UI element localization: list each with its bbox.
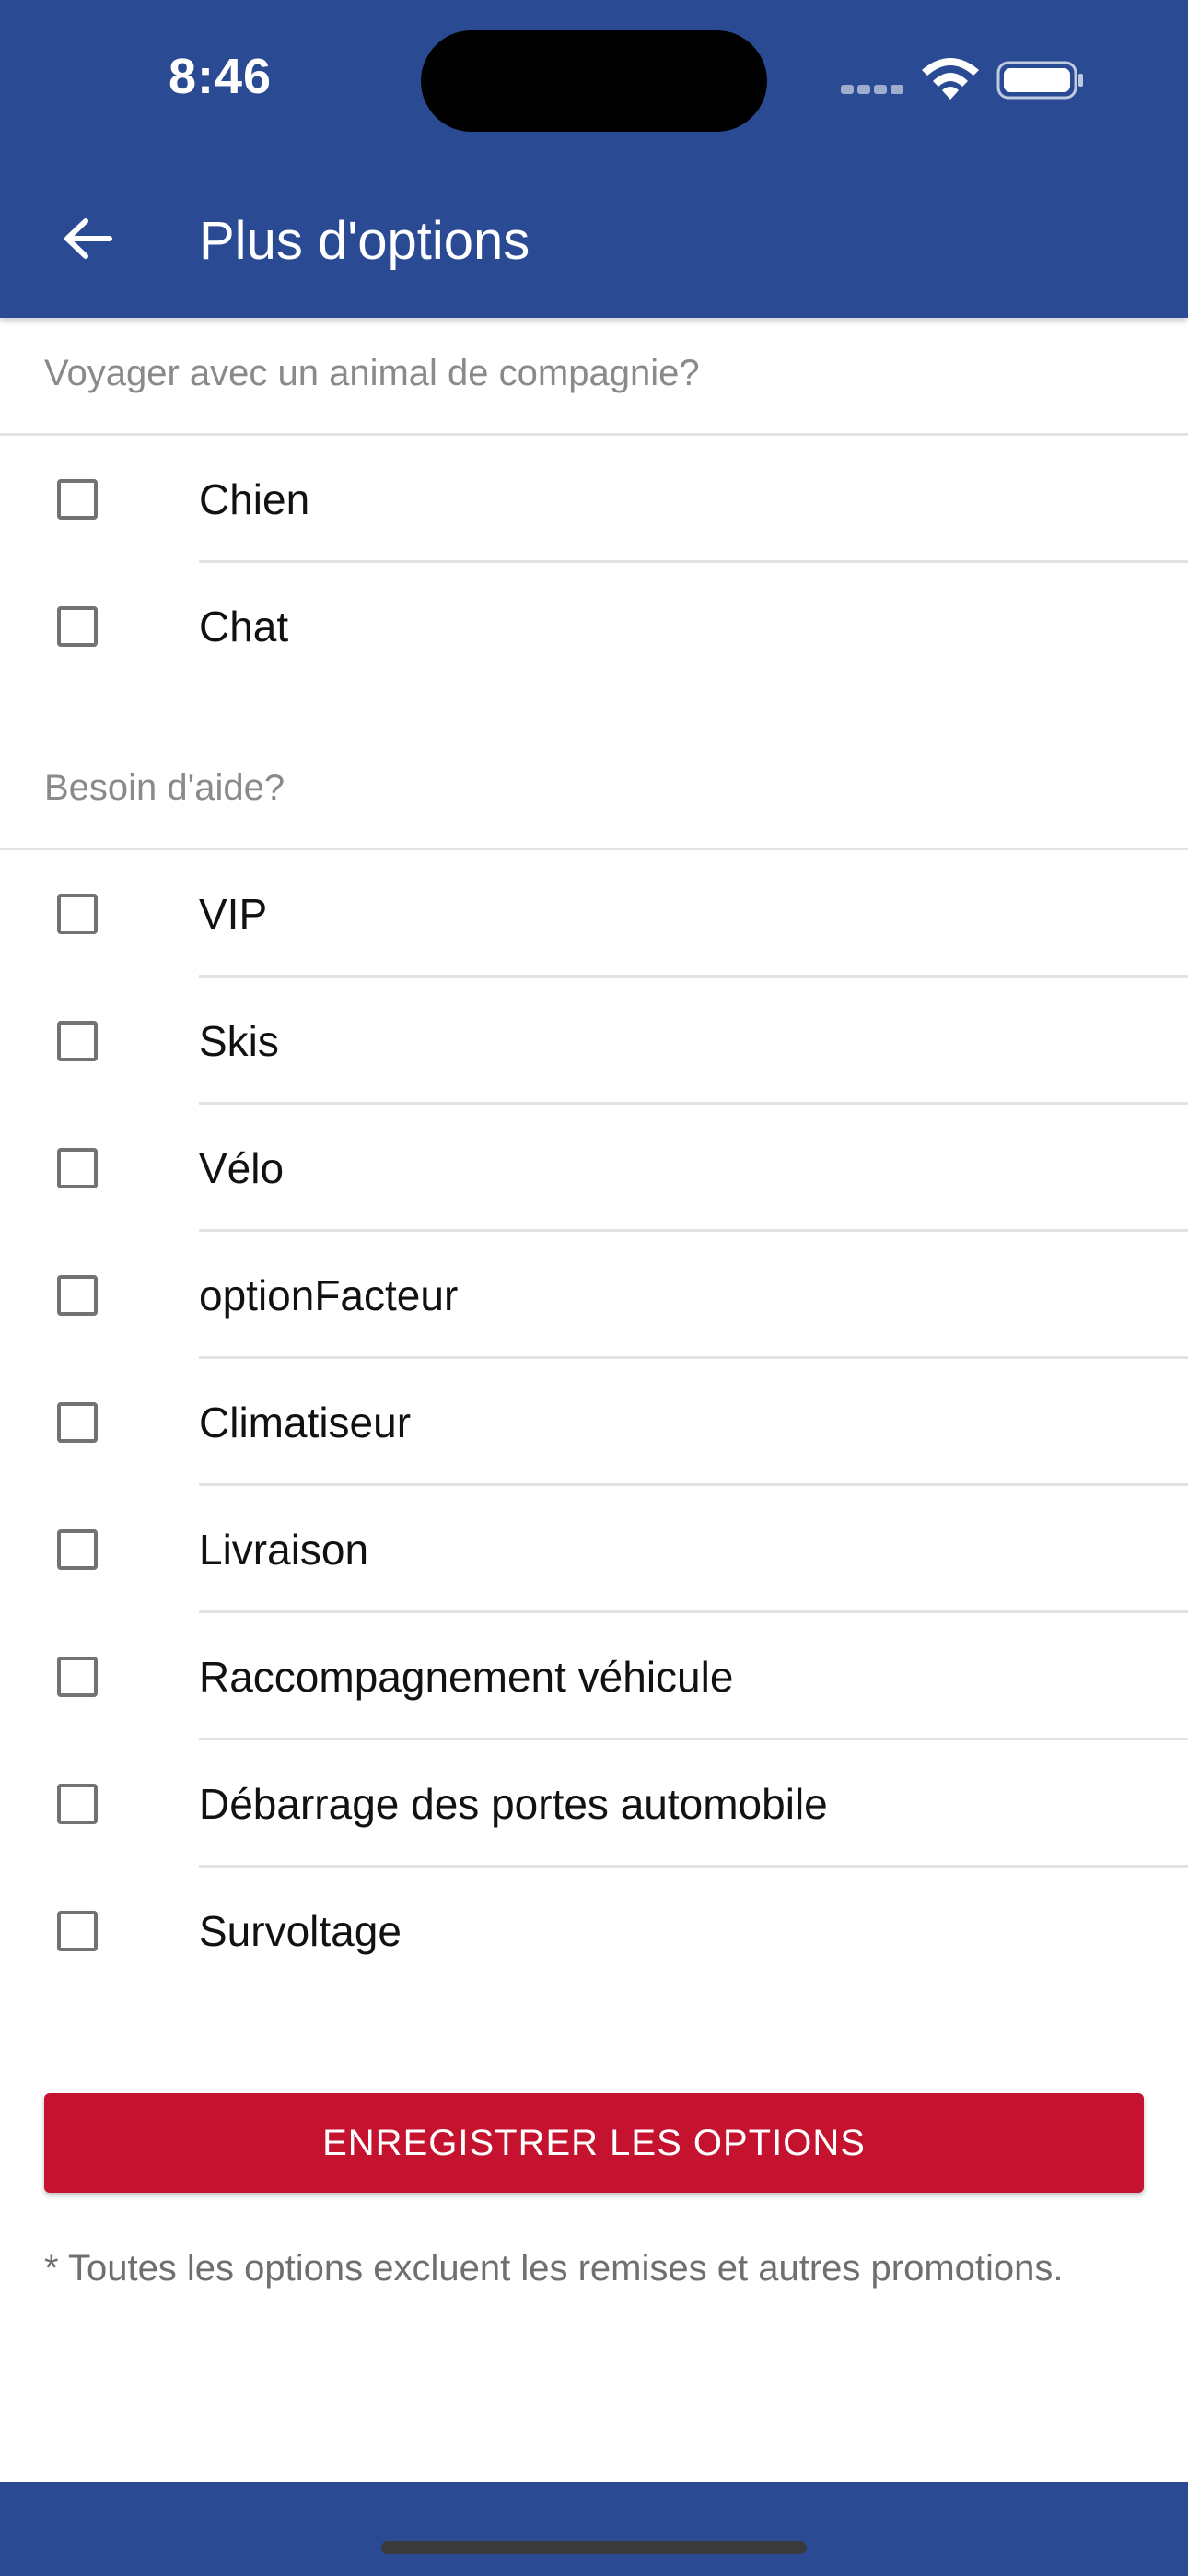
checkbox[interactable] [57,1148,98,1188]
option-row-raccompagnement[interactable]: Raccompagnement véhicule [0,1613,1188,1740]
home-indicator[interactable] [381,2541,807,2554]
footnote: * Toutes les options excluent les remise… [44,2248,1064,2289]
signal-dots-icon [841,85,905,98]
option-row-chien[interactable]: Chien [0,436,1188,563]
option-label: Skis [199,1017,279,1065]
option-row-velo[interactable]: Vélo [0,1105,1188,1232]
option-label: optionFacteur [199,1271,459,1319]
status-time: 8:46 [169,49,273,104]
checkbox[interactable] [57,1275,98,1316]
option-label: Débarrage des portes automobile [199,1780,828,1828]
section-header-pets: Voyager avec un animal de compagnie? [0,318,1188,436]
bottom-bar [0,2482,1188,2576]
battery-icon [996,61,1083,100]
option-row-climatiseur[interactable]: Climatiseur [0,1359,1188,1486]
page-title: Plus d'options [199,211,530,271]
section-header-label: Besoin d'aide? [44,767,285,808]
section-header-help: Besoin d'aide? [0,690,1188,850]
dynamic-island [421,30,767,132]
options-screen: 8:46 Plus d'options Voyager avec un anim… [0,0,1188,2576]
option-label: Survoltage [199,1907,402,1955]
checkbox[interactable] [57,606,98,647]
option-label: Livraison [199,1526,369,1574]
back-button[interactable] [53,205,122,273]
option-row-vip[interactable]: VIP [0,850,1188,978]
checkbox[interactable] [57,1402,98,1443]
option-row-survoltage[interactable]: Survoltage [0,1868,1188,1995]
option-row-facteur[interactable]: optionFacteur [0,1232,1188,1359]
checkbox[interactable] [57,1911,98,1951]
option-label: Vélo [199,1144,285,1192]
checkbox[interactable] [57,894,98,934]
option-label: Climatiseur [199,1399,412,1446]
checkbox[interactable] [57,479,98,520]
checkbox[interactable] [57,1529,98,1570]
option-row-debarrage[interactable]: Débarrage des portes automobile [0,1740,1188,1868]
app-header: 8:46 Plus d'options [0,0,1188,318]
option-row-chat[interactable]: Chat [0,563,1188,690]
arrow-left-icon [64,218,112,259]
option-label: Raccompagnement véhicule [199,1653,734,1701]
option-label: VIP [199,890,268,938]
option-label: Chat [199,603,289,650]
checkbox[interactable] [57,1021,98,1061]
section-header-label: Voyager avec un animal de compagnie? [44,353,700,393]
option-row-skis[interactable]: Skis [0,978,1188,1105]
option-row-livraison[interactable]: Livraison [0,1486,1188,1613]
checkbox[interactable] [57,1657,98,1697]
option-label: Chien [199,475,310,523]
save-options-button[interactable]: ENREGISTRER LES OPTIONS [44,2093,1144,2193]
wifi-icon [922,58,979,100]
checkbox[interactable] [57,1784,98,1824]
